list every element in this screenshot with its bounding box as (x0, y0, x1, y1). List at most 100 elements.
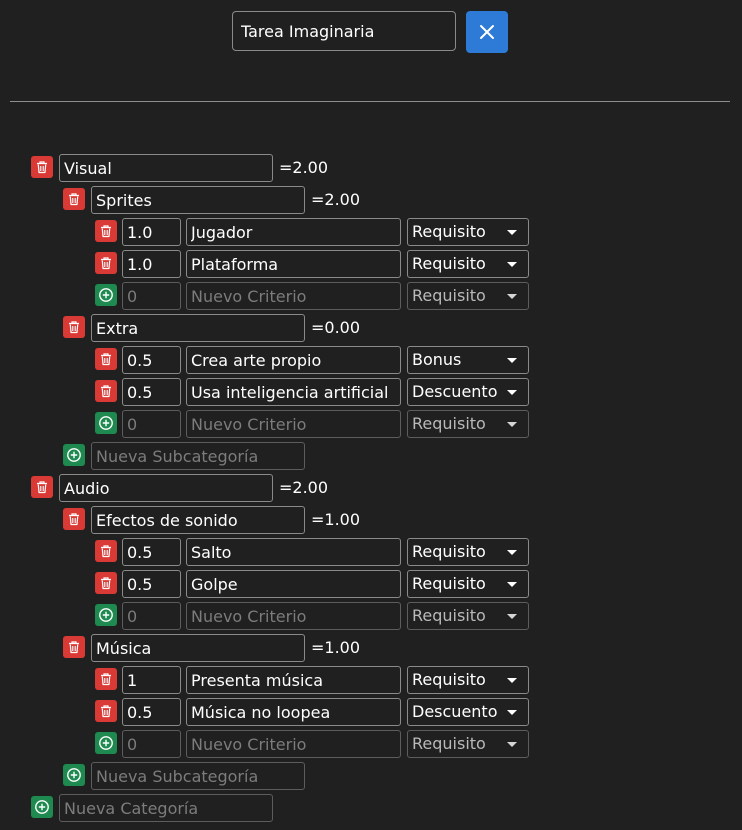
chevron-down-icon (507, 390, 517, 395)
criterion-type-value: Requisito (412, 670, 486, 689)
subcategory-name-input[interactable] (91, 314, 305, 342)
add-subcategory-button[interactable] (63, 444, 85, 466)
delete-criterion-button[interactable] (95, 700, 117, 722)
criterion-type-select[interactable]: Requisito (407, 218, 529, 246)
criterion-weight-input[interactable] (122, 698, 181, 726)
new-criterion-weight-input[interactable] (122, 602, 181, 630)
plus-circle-icon (99, 736, 113, 750)
chevron-down-icon (507, 614, 517, 619)
criterion-name-input[interactable] (186, 570, 401, 598)
delete-criterion-button[interactable] (95, 668, 117, 690)
add-criterion-button[interactable] (95, 604, 117, 626)
criterion-weight-input[interactable] (122, 570, 181, 598)
subcategory-name-input[interactable] (91, 506, 305, 534)
chevron-down-icon (507, 262, 517, 267)
trash-icon (37, 161, 47, 174)
delete-subcategory-button[interactable] (63, 316, 85, 338)
trash-icon (101, 353, 111, 366)
trash-icon (69, 513, 79, 526)
criterion-type-value: Requisito (412, 606, 486, 625)
criterion-type-value: Requisito (412, 222, 486, 241)
close-button[interactable] (466, 11, 508, 53)
delete-subcategory-button[interactable] (63, 188, 85, 210)
trash-icon (69, 641, 79, 654)
criterion-name-input[interactable] (186, 538, 401, 566)
plus-circle-icon (99, 288, 113, 302)
new-criterion-name-input[interactable] (186, 602, 401, 630)
new-criterion-name-input[interactable] (186, 410, 401, 438)
delete-category-button[interactable] (31, 156, 53, 178)
category-name-input[interactable] (59, 474, 273, 502)
criterion-name-input[interactable] (186, 250, 401, 278)
subcategory-name-input[interactable] (91, 186, 305, 214)
criterion-type-value: Descuento (412, 382, 498, 401)
criterion-name-input[interactable] (186, 698, 401, 726)
delete-subcategory-button[interactable] (63, 636, 85, 658)
new-criterion-weight-input[interactable] (122, 282, 181, 310)
delete-criterion-button[interactable] (95, 380, 117, 402)
criterion-type-select[interactable]: Descuento (407, 698, 529, 726)
criterion-type-value: Requisito (412, 414, 486, 433)
close-icon (480, 25, 494, 39)
add-subcategory-button[interactable] (63, 764, 85, 786)
new-criterion-type-select[interactable]: Requisito (407, 410, 529, 438)
criterion-type-select[interactable]: Requisito (407, 538, 529, 566)
criterion-type-value: Descuento (412, 702, 498, 721)
add-category-button[interactable] (31, 796, 53, 818)
trash-icon (101, 577, 111, 590)
chevron-down-icon (507, 678, 517, 683)
task-title-input[interactable] (232, 11, 456, 51)
add-criterion-button[interactable] (95, 284, 117, 306)
criterion-name-input[interactable] (186, 346, 401, 374)
criterion-name-input[interactable] (186, 218, 401, 246)
plus-circle-icon (35, 800, 49, 814)
new-criterion-name-input[interactable] (186, 282, 401, 310)
new-subcategory-input[interactable] (91, 762, 305, 790)
new-subcategory-input[interactable] (91, 442, 305, 470)
trash-icon (101, 385, 111, 398)
delete-subcategory-button[interactable] (63, 508, 85, 530)
delete-criterion-button[interactable] (95, 572, 117, 594)
criterion-type-select[interactable]: Descuento (407, 378, 529, 406)
criterion-type-select[interactable]: Requisito (407, 666, 529, 694)
category-name-input[interactable] (59, 154, 273, 182)
delete-criterion-button[interactable] (95, 252, 117, 274)
criterion-weight-input[interactable] (122, 346, 181, 374)
add-criterion-button[interactable] (95, 412, 117, 434)
new-criterion-name-input[interactable] (186, 730, 401, 758)
new-criterion-weight-input[interactable] (122, 410, 181, 438)
criterion-weight-input[interactable] (122, 378, 181, 406)
criterion-weight-input[interactable] (122, 538, 181, 566)
criterion-name-input[interactable] (186, 378, 401, 406)
criterion-weight-input[interactable] (122, 250, 181, 278)
subcategory-total: =0.00 (311, 318, 361, 337)
new-criterion-type-select[interactable]: Requisito (407, 282, 529, 310)
category-total: =2.00 (279, 478, 329, 497)
delete-criterion-button[interactable] (95, 540, 117, 562)
criterion-type-value: Requisito (412, 734, 486, 753)
delete-category-button[interactable] (31, 476, 53, 498)
criterion-type-select[interactable]: Requisito (407, 570, 529, 598)
add-criterion-button[interactable] (95, 732, 117, 754)
new-criterion-weight-input[interactable] (122, 730, 181, 758)
new-criterion-type-select[interactable]: Requisito (407, 602, 529, 630)
chevron-down-icon (507, 422, 517, 427)
criterion-weight-input[interactable] (122, 218, 181, 246)
new-criterion-type-select[interactable]: Requisito (407, 730, 529, 758)
criterion-name-input[interactable] (186, 666, 401, 694)
criterion-weight-input[interactable] (122, 666, 181, 694)
criterion-type-select[interactable]: Bonus (407, 346, 529, 374)
plus-circle-icon (67, 448, 81, 462)
plus-circle-icon (67, 768, 81, 782)
trash-icon (101, 257, 111, 270)
new-category-input[interactable] (59, 794, 273, 822)
chevron-down-icon (507, 550, 517, 555)
criterion-type-select[interactable]: Requisito (407, 250, 529, 278)
category-total: =2.00 (279, 158, 329, 177)
criterion-type-value: Requisito (412, 286, 486, 305)
delete-criterion-button[interactable] (95, 220, 117, 242)
subcategory-name-input[interactable] (91, 634, 305, 662)
plus-circle-icon (99, 608, 113, 622)
criterion-type-value: Bonus (412, 350, 462, 369)
delete-criterion-button[interactable] (95, 348, 117, 370)
